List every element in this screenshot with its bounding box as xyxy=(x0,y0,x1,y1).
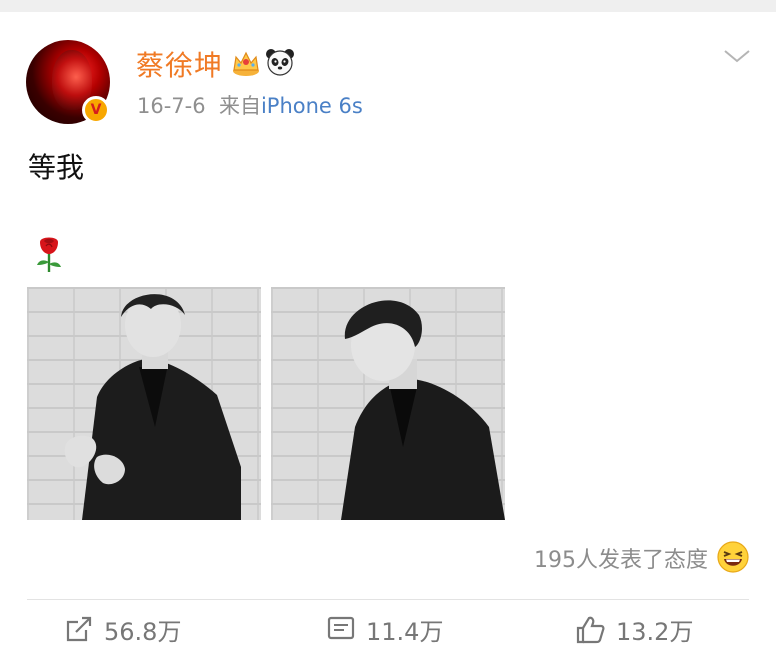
source-prefix: 来自 xyxy=(218,94,261,118)
repost-count: 56.8万 xyxy=(104,617,182,646)
reactions-count[interactable]: 195人发表了态度 xyxy=(534,542,708,574)
laughing-face-icon[interactable] xyxy=(716,540,750,574)
thumbs-up-icon xyxy=(576,616,605,644)
source-device-link[interactable]: iPhone 6s xyxy=(261,94,363,118)
like-button[interactable]: 13.2万 xyxy=(574,614,694,646)
crown-icon[interactable] xyxy=(230,46,262,78)
actions-divider xyxy=(27,599,749,600)
post-text: 等我 xyxy=(28,151,85,184)
comment-button[interactable]: 11.4万 xyxy=(326,614,444,646)
comment-count: 11.4万 xyxy=(366,617,444,646)
photo-1-figure xyxy=(64,293,241,520)
author-name[interactable]: 蔡徐坤 xyxy=(136,44,223,84)
post-date: 16-7-6 xyxy=(137,94,206,118)
rose-icon xyxy=(37,237,61,272)
post-photo-2[interactable] xyxy=(271,287,505,520)
post-meta: 16-7-6 来自iPhone 6s xyxy=(137,90,363,120)
top-separator-strip xyxy=(0,0,776,12)
post-photo-1[interactable] xyxy=(27,287,261,520)
comment-icon xyxy=(327,616,355,640)
like-count: 13.2万 xyxy=(616,617,694,646)
chevron-down-icon[interactable] xyxy=(722,46,752,66)
repost-icon xyxy=(66,616,92,642)
panda-icon[interactable] xyxy=(264,46,296,78)
verified-badge: V xyxy=(82,96,110,124)
repost-button[interactable]: 56.8万 xyxy=(64,614,182,646)
photo-2-figure xyxy=(341,300,505,520)
